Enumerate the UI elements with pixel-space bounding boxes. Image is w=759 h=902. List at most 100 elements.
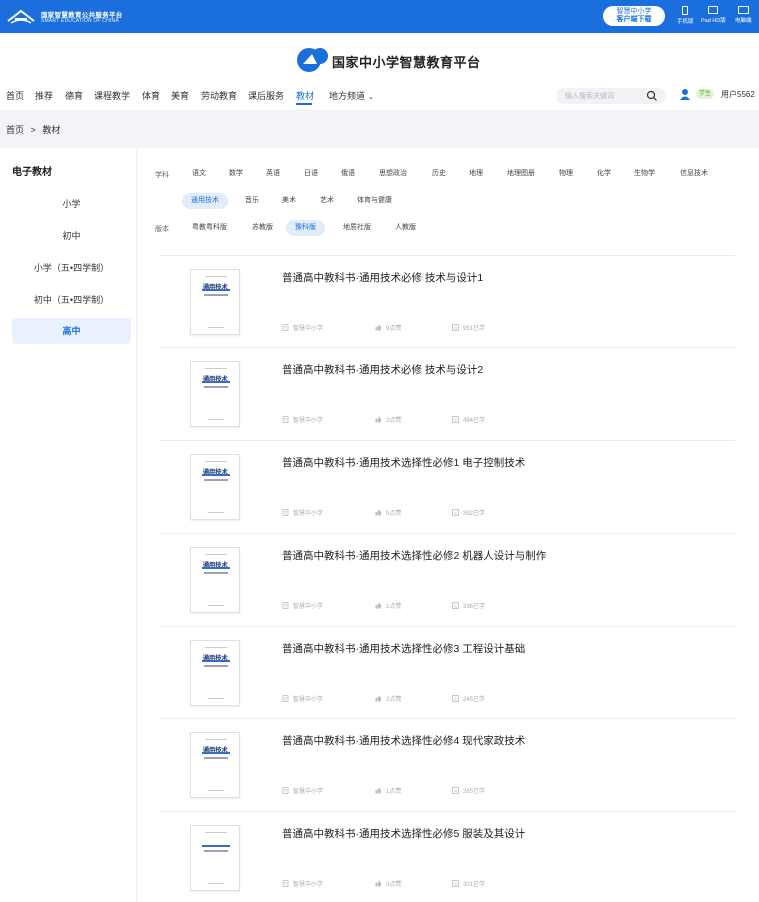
subject-chip[interactable]: 英语 xyxy=(266,166,280,182)
version-chip[interactable]: 苏教版 xyxy=(252,220,273,236)
sidebar-item-senior[interactable]: 高中 xyxy=(12,318,131,344)
cover-subtitle-bar xyxy=(204,479,228,481)
book-list-item[interactable]: 普通高中教科书·通用技术选择性必修5 服装及其设计 智慧中小学 3点赞 301已学 xyxy=(160,811,735,902)
cover-rule xyxy=(208,419,224,420)
thumbs-up-icon xyxy=(375,416,382,423)
book-list-item[interactable]: 通用技术 普通高中教科书·通用技术选择性必修3 工程设计基础 智慧中小学 2点赞 245… xyxy=(160,626,735,719)
book-learners: 336已学 xyxy=(452,601,485,610)
platform-subtitle: SMART EDUCATION OF CHINA xyxy=(41,18,119,24)
device-pad[interactable]: Pad HD版 xyxy=(701,6,726,24)
version-chip[interactable]: 地质社版 xyxy=(343,220,371,236)
book-likes: 2点赞 xyxy=(375,415,401,424)
subject-chip[interactable]: 历史 xyxy=(432,166,446,182)
publisher-icon xyxy=(282,602,289,609)
study-count-icon xyxy=(452,602,459,609)
device-pad-label: Pad HD版 xyxy=(701,18,726,24)
sidebar: 电子教材 小学 初中 小学（五•四学制） 初中（五•四学制） 高中 xyxy=(0,148,136,902)
subject-chip[interactable]: 语文 xyxy=(192,166,206,182)
role-badge: 学生 xyxy=(696,89,714,99)
book-learners: 245已学 xyxy=(452,694,485,703)
cover-subtitle-bar xyxy=(204,386,228,388)
book-publisher: 智慧中小学 xyxy=(282,786,323,795)
book-learners-text: 951已学 xyxy=(463,326,486,332)
book-cover[interactable]: 通用技术 xyxy=(190,640,240,706)
nav-item-courses[interactable]: 课程教学 xyxy=(94,89,130,102)
subject-chip[interactable]: 日语 xyxy=(304,166,318,182)
version-chip[interactable]: 人教版 xyxy=(395,220,416,236)
nav-item-after-school[interactable]: 课后服务 xyxy=(248,89,284,102)
user-avatar-icon[interactable] xyxy=(679,88,691,100)
chevron-down-icon: ⌄ xyxy=(368,94,374,101)
nav-item-arts[interactable]: 美育 xyxy=(171,89,189,102)
book-learners: 301已学 xyxy=(452,879,485,888)
subject-chip[interactable]: 俄语 xyxy=(341,166,355,182)
user-name[interactable]: 用户5562 xyxy=(721,89,755,100)
subject-chip[interactable]: 地理图册 xyxy=(507,166,535,182)
version-filter-label: 版本 xyxy=(155,226,169,233)
subject-chip[interactable]: 化学 xyxy=(597,166,611,182)
version-chip[interactable]: 粤教粤科版 xyxy=(192,220,227,236)
study-count-icon xyxy=(452,509,459,516)
book-title[interactable]: 普通高中教科书·通用技术必修 技术与设计1 xyxy=(282,270,483,285)
search-box[interactable]: 输入搜索关键词 xyxy=(556,88,666,104)
version-chip-active[interactable]: 豫科版 xyxy=(286,220,325,236)
brand-logo-icon xyxy=(297,48,328,72)
publisher-icon xyxy=(282,509,289,516)
book-learners: 392已学 xyxy=(452,508,485,517)
book-list-item[interactable]: 通用技术 普通高中教科书·通用技术选择性必修1 电子控制技术 智慧中小学 5点赞 392… xyxy=(160,440,735,533)
book-title[interactable]: 普通高中教科书·通用技术选择性必修5 服装及其设计 xyxy=(282,826,525,841)
book-learners-text: 245已学 xyxy=(463,697,486,703)
book-cover[interactable]: 通用技术 xyxy=(190,454,240,520)
book-list-item[interactable]: 通用技术 普通高中教科书·通用技术选择性必修2 机器人设计与制作 智慧中小学 1点赞 3… xyxy=(160,533,735,626)
top-bar: 国家智慧教育公共服务平台 SMART EDUCATION OF CHINA 智慧… xyxy=(0,0,759,33)
book-title[interactable]: 普通高中教科书·通用技术选择性必修3 工程设计基础 xyxy=(282,641,525,656)
search-input[interactable]: 输入搜索关键词 xyxy=(565,91,614,101)
nav-item-labor[interactable]: 劳动教育 xyxy=(201,89,237,102)
breadcrumb-home[interactable]: 首页 xyxy=(6,125,24,135)
book-list-item[interactable]: 通用技术 普通高中教科书·通用技术必修 技术与设计2 智慧中小学 2点赞 494已学 xyxy=(160,347,735,440)
client-download-button[interactable]: 智慧中小学 客户端下载 xyxy=(603,6,665,26)
book-cover[interactable]: 通用技术 xyxy=(190,361,240,427)
book-title[interactable]: 普通高中教科书·通用技术选择性必修2 机器人设计与制作 xyxy=(282,548,546,563)
sidebar-item-primary[interactable]: 小学 xyxy=(12,191,131,217)
subject-chip-active[interactable]: 通用技术 xyxy=(182,193,228,209)
device-mobile[interactable]: 手机版 xyxy=(677,6,694,25)
subject-chip[interactable]: 地理 xyxy=(469,166,483,182)
subject-chip[interactable]: 数学 xyxy=(229,166,243,182)
book-likes-text: 1点赞 xyxy=(386,789,402,795)
book-publisher: 智慧中小学 xyxy=(282,601,323,610)
nav-item-textbooks[interactable]: 教材 xyxy=(296,89,314,102)
nav-item-recommend[interactable]: 推荐 xyxy=(35,89,53,102)
subject-chip[interactable]: 物理 xyxy=(559,166,573,182)
publisher-icon xyxy=(282,787,289,794)
book-title[interactable]: 普通高中教科书·通用技术选择性必修1 电子控制技术 xyxy=(282,455,525,470)
book-list-item[interactable]: 通用技术 普通高中教科书·通用技术必修 技术与设计1 智慧中小学 9点赞 951已学 xyxy=(160,255,735,348)
cover-bar xyxy=(202,289,230,291)
sidebar-item-junior-54[interactable]: 初中（五•四学制） xyxy=(12,287,131,313)
search-icon[interactable] xyxy=(646,90,658,102)
nav-item-sports[interactable]: 体育 xyxy=(142,89,160,102)
book-title[interactable]: 普通高中教科书·通用技术选择性必修4 现代家政技术 xyxy=(282,733,525,748)
sidebar-item-primary-54[interactable]: 小学（五•四学制） xyxy=(12,255,131,281)
sidebar-item-junior[interactable]: 初中 xyxy=(12,223,131,249)
subject-chip[interactable]: 体育与健康 xyxy=(357,193,392,209)
nav-item-home[interactable]: 首页 xyxy=(6,89,24,102)
nav-active-indicator xyxy=(296,103,312,105)
subject-chip[interactable]: 艺术 xyxy=(320,193,334,209)
device-desktop[interactable]: 电脑端 xyxy=(735,6,752,24)
subject-chip[interactable]: 美术 xyxy=(282,193,296,209)
subject-chip[interactable]: 信息技术 xyxy=(680,166,708,182)
nav-item-local[interactable]: 地方频道 ⌄ xyxy=(329,89,374,102)
book-title[interactable]: 普通高中教科书·通用技术必修 技术与设计2 xyxy=(282,362,483,377)
book-cover[interactable]: 通用技术 xyxy=(190,269,240,335)
book-cover[interactable]: 通用技术 xyxy=(190,547,240,613)
book-cover[interactable] xyxy=(190,825,240,891)
brand-name: 国家中小学智慧教育平台 xyxy=(332,56,481,71)
book-list-item[interactable]: 通用技术 普通高中教科书·通用技术选择性必修4 现代家政技术 智慧中小学 1点赞 265… xyxy=(160,718,735,811)
book-cover[interactable]: 通用技术 xyxy=(190,732,240,798)
subject-chip[interactable]: 生物学 xyxy=(634,166,655,182)
cover-subtitle-bar xyxy=(204,572,228,574)
nav-item-moral[interactable]: 德育 xyxy=(65,89,83,102)
subject-chip[interactable]: 音乐 xyxy=(245,193,259,209)
subject-chip[interactable]: 思想政治 xyxy=(379,166,407,182)
